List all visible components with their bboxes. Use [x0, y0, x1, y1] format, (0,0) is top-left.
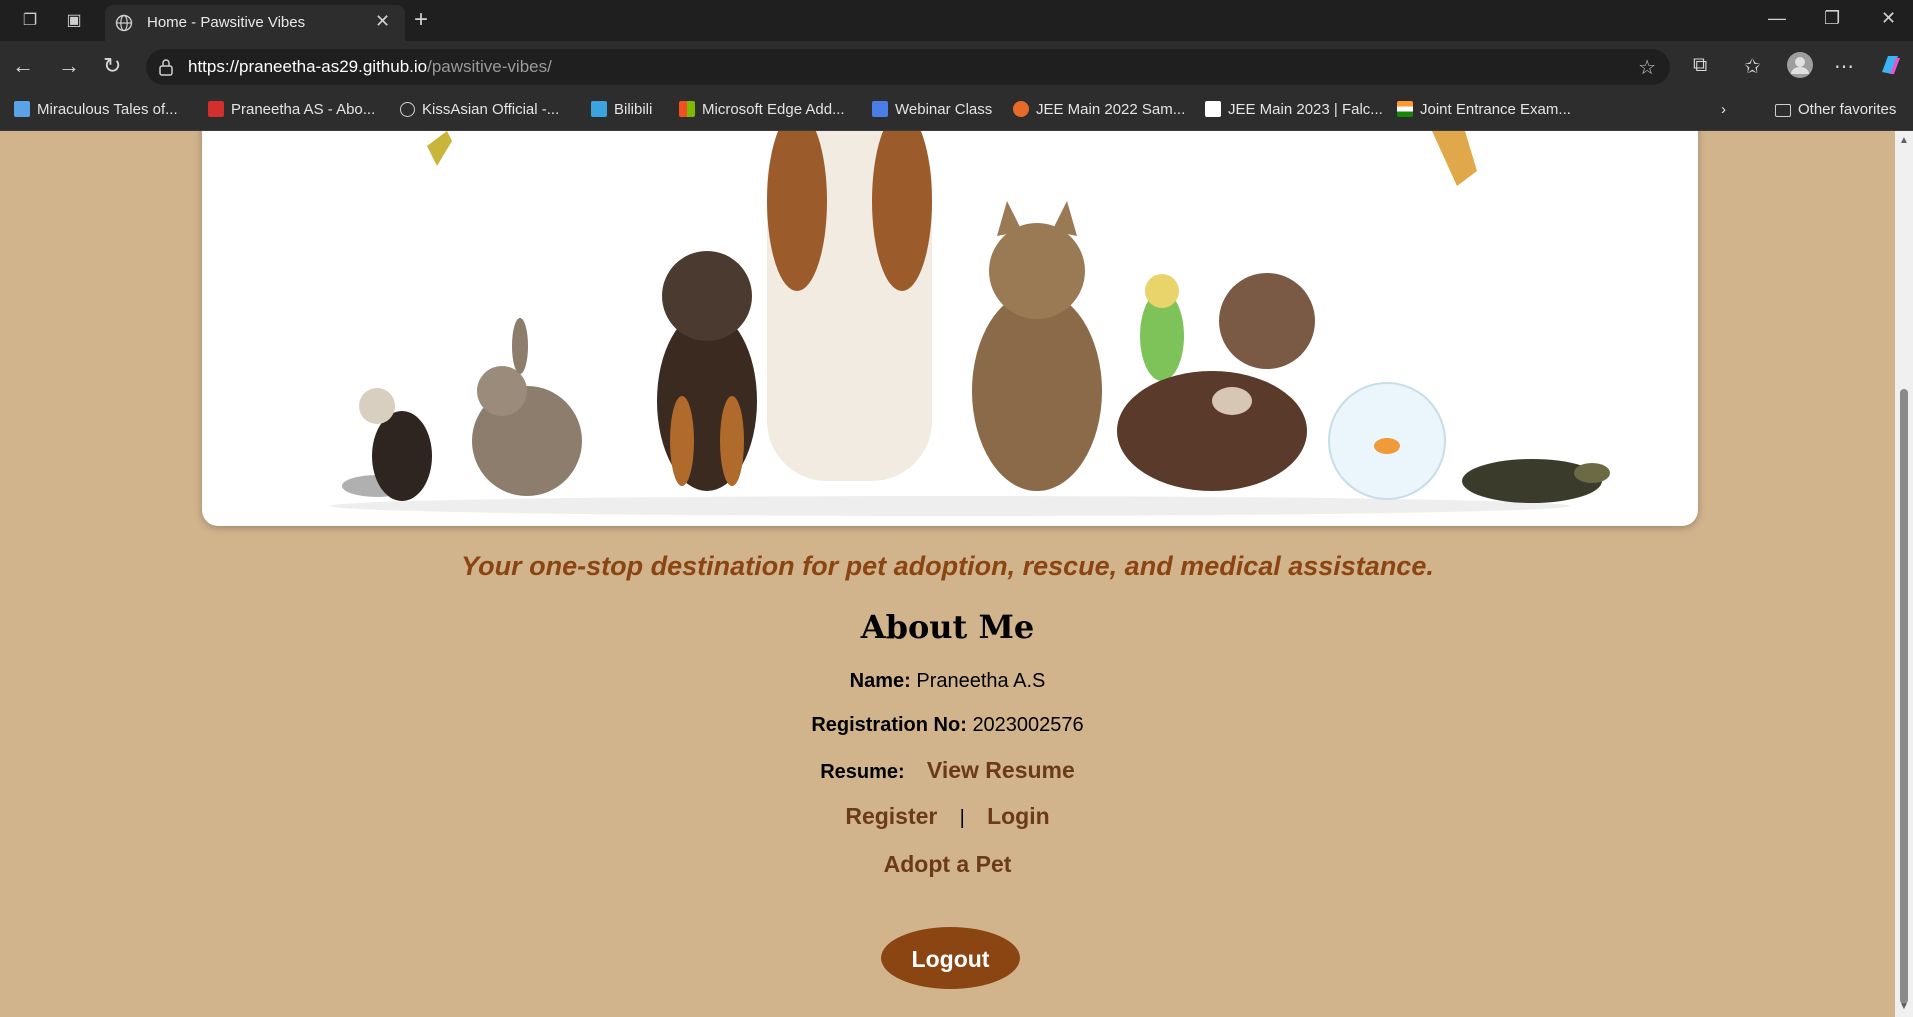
view-resume-link[interactable]: View Resume [927, 757, 1075, 783]
tab-bar: ❐ ▣ Home - Pawsitive Vibes ✕ + — ❐ ✕ [0, 0, 1913, 41]
workspaces-icon[interactable]: ❐ [19, 10, 41, 32]
page-scrollbar[interactable]: ▲ ▼ [1895, 131, 1913, 1017]
auth-links: Register | Login [0, 803, 1895, 830]
registration-label: Registration No: [811, 714, 967, 736]
globe-icon [115, 14, 133, 32]
bookmarks-overflow-icon[interactable]: › [1721, 101, 1726, 118]
bookmark-item[interactable]: Webinar Class [872, 101, 992, 118]
bookmark-item[interactable]: JEE Main 2022 Sam... [1013, 101, 1185, 118]
bookmarks-bar: Miraculous Tales of... Praneetha AS - Ab… [0, 93, 1913, 131]
bookmark-item[interactable]: JEE Main 2023 | Falc... [1205, 101, 1383, 118]
lock-icon [159, 59, 173, 76]
vertical-tabs-icon[interactable]: ▣ [63, 10, 85, 32]
forward-icon[interactable]: → [58, 54, 80, 78]
address-toolbar: ← → ↻ https://praneetha-as29.github.io/p… [0, 41, 1913, 93]
bookmark-item[interactable]: KissAsian Official -... [400, 101, 559, 118]
registration-line: Registration No: 2023002576 [0, 714, 1895, 737]
refresh-icon[interactable]: ↻ [103, 54, 121, 78]
other-favorites[interactable]: Other favorites [1775, 101, 1896, 118]
hero-pets-image [202, 131, 1698, 526]
copilot-icon[interactable] [1878, 52, 1904, 84]
bookmark-item[interactable]: Joint Entrance Exam... [1397, 101, 1571, 118]
registration-value: 2023002576 [972, 714, 1084, 736]
favorites-icon[interactable]: ✩ [1744, 54, 1761, 79]
more-options-icon[interactable]: ⋯ [1834, 54, 1854, 79]
bookmark-item[interactable]: Microsoft Edge Add... [679, 101, 845, 118]
adopt-pet-link[interactable]: Adopt a Pet [884, 851, 1012, 877]
bookmark-item[interactable]: Miraculous Tales of... [14, 101, 178, 118]
logout-button[interactable]: Logout [881, 927, 1020, 989]
scroll-up-icon[interactable]: ▲ [1899, 135, 1909, 146]
about-heading: About Me [860, 608, 1035, 646]
link-separator: | [959, 807, 965, 829]
bookmark-item[interactable]: Praneetha AS - Abo... [208, 101, 375, 118]
close-tab-icon[interactable]: ✕ [375, 11, 390, 32]
new-tab-icon[interactable]: + [414, 6, 428, 34]
favorite-star-icon[interactable]: ☆ [1638, 55, 1656, 80]
name-value: Praneetha A.S [916, 670, 1046, 692]
profile-avatar[interactable] [1786, 51, 1814, 85]
tab-home[interactable]: Home - Pawsitive Vibes ✕ [105, 5, 405, 41]
scrollbar-thumb[interactable] [1900, 389, 1908, 1004]
register-link[interactable]: Register [845, 803, 937, 829]
name-line: Name: Praneetha A.S [0, 670, 1895, 693]
close-window-icon[interactable]: ✕ [1881, 8, 1896, 29]
name-label: Name: [849, 670, 911, 692]
tab-title: Home - Pawsitive Vibes [147, 14, 306, 31]
back-icon[interactable]: ← [12, 54, 34, 78]
login-link[interactable]: Login [987, 803, 1050, 829]
address-bar[interactable]: https://praneetha-as29.github.io/pawsiti… [146, 49, 1670, 85]
bookmark-item[interactable]: Bilibili [591, 101, 652, 118]
minimize-icon[interactable]: — [1768, 8, 1786, 29]
extensions-icon[interactable]: ⧉ [1693, 54, 1707, 77]
resume-label: Resume: [820, 761, 905, 783]
tagline: Your one-stop destination for pet adopti… [461, 551, 1434, 581]
scroll-down-icon[interactable]: ▼ [1899, 1001, 1909, 1012]
adopt-line: Adopt a Pet [0, 851, 1895, 878]
page-viewport: Your one-stop destination for pet adopti… [0, 131, 1895, 1017]
url-text: https://praneetha-as29.github.io/pawsiti… [188, 57, 552, 76]
resume-line: Resume: View Resume [0, 757, 1895, 784]
restore-icon[interactable]: ❐ [1824, 8, 1840, 29]
